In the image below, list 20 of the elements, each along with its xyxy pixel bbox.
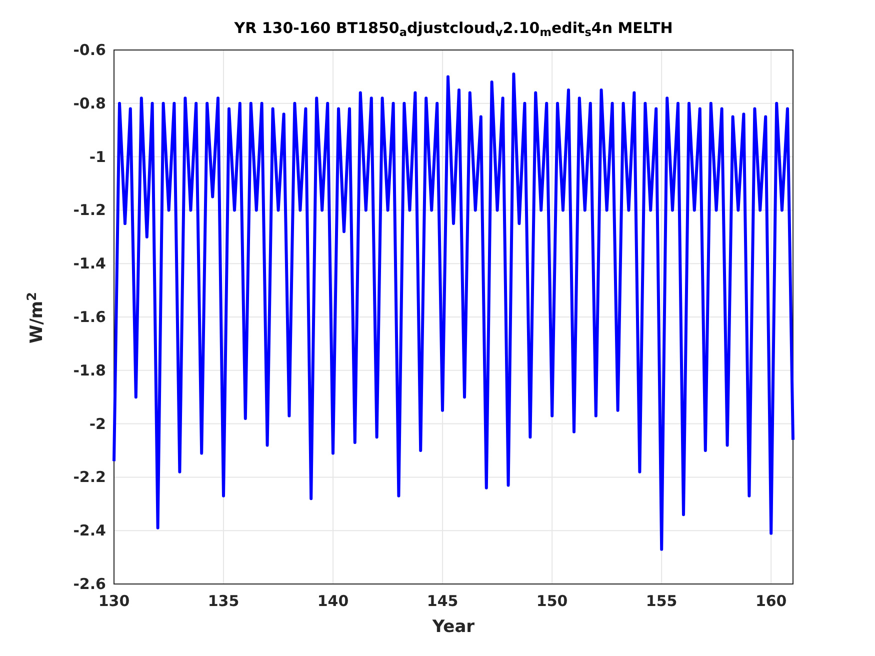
y-tick-label: -2.4 xyxy=(73,522,106,540)
chart-title: YR 130-160 BT1850$_{a}$djustcloud$_{v}$2.10$_{m}$edit$_{s}$4n MELTH xyxy=(233,18,674,40)
x-axis-label: Year xyxy=(431,616,476,639)
x-tick-label: 150 xyxy=(536,592,568,610)
x-tick-label: 145 xyxy=(426,592,458,610)
x-tick-label: 140 xyxy=(317,592,349,610)
y-tick-label: -2.6 xyxy=(73,575,106,593)
x-tick-label: 155 xyxy=(646,592,678,610)
y-tick-label: -0.8 xyxy=(73,94,106,112)
y-tick-label: -1.6 xyxy=(73,308,106,326)
y-tick-label: -1.8 xyxy=(73,361,106,380)
y-tick-label: -2.2 xyxy=(73,468,106,486)
x-tick-label: 135 xyxy=(208,592,240,610)
x-tick-label: 160 xyxy=(755,592,787,610)
y-tick-label: -1 xyxy=(89,148,106,166)
y-tick-label: -0.6 xyxy=(73,41,106,59)
x-tick-label: 130 xyxy=(98,592,130,610)
y-tick-label: -1.4 xyxy=(73,254,106,273)
y-tick-label: -1.2 xyxy=(73,201,106,220)
y-tick-label: -2 xyxy=(89,414,106,433)
